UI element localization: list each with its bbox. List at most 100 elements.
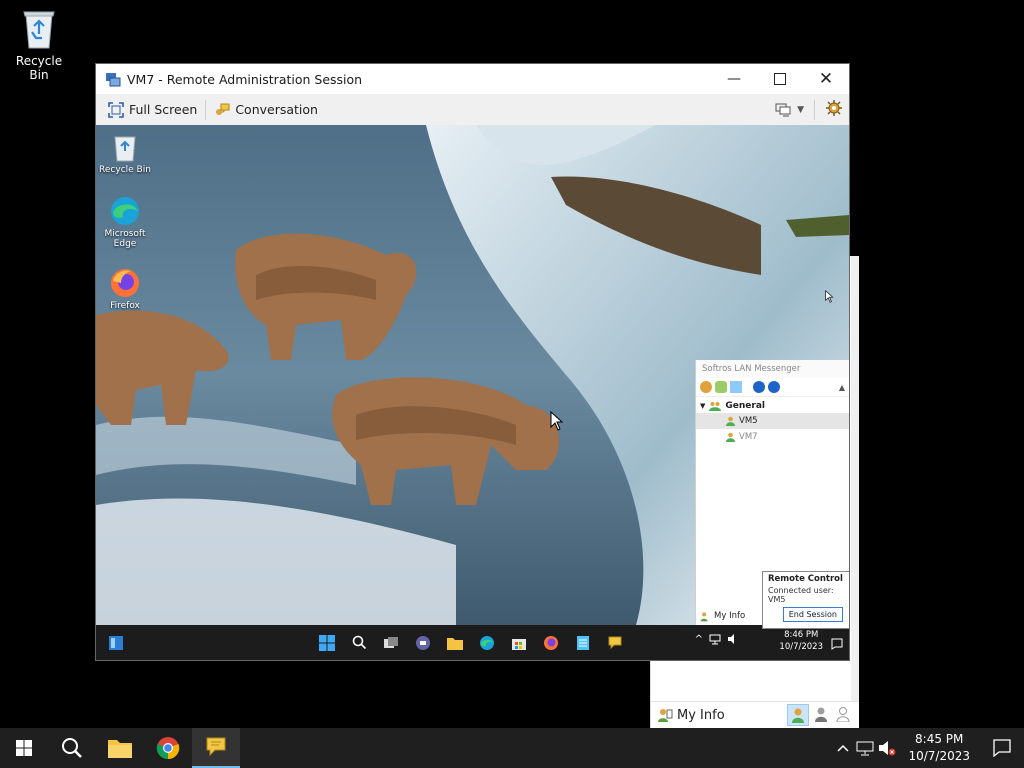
remote-lan-messenger-button[interactable]	[599, 627, 631, 659]
messenger-title: Softros LAN Messenger	[696, 360, 849, 378]
remote-mouse-cursor-icon	[550, 411, 564, 431]
edge-icon	[109, 195, 141, 227]
title-bar[interactable]: VM7 - Remote Administration Session — ✕	[96, 64, 849, 94]
remote-notification-button[interactable]	[831, 635, 843, 654]
popup-status: Connected user: VM5	[768, 586, 834, 604]
lan-messenger-taskbar-button[interactable]	[192, 728, 240, 768]
lan-messenger-icon	[608, 636, 622, 649]
desktop-icon-recycle-bin[interactable]: Recycle Bin	[6, 8, 72, 82]
start-button[interactable]	[0, 728, 48, 768]
status-online-button[interactable]	[787, 704, 809, 726]
group-general[interactable]: ▼ General	[696, 397, 849, 411]
remote-taskbar: ^ 8:46 PM 10/7/2023	[96, 625, 849, 660]
display-select-button[interactable]: ▼	[775, 103, 804, 117]
chevron-down-icon: ▼	[797, 104, 804, 115]
chat-icon[interactable]	[715, 381, 727, 393]
user-online-icon	[792, 708, 804, 723]
my-info-button[interactable]: My Info	[657, 707, 725, 723]
tray-chevron-up-icon[interactable]: ^	[695, 634, 703, 645]
remote-teams-button[interactable]	[407, 627, 439, 659]
remote-store-button[interactable]	[503, 627, 535, 659]
notification-icon	[993, 739, 1011, 757]
firefox-icon	[109, 267, 141, 299]
monitor-icon	[775, 103, 791, 116]
remote-edge-button[interactable]	[471, 627, 503, 659]
remote-search-button[interactable]	[343, 627, 375, 659]
toolbar-divider	[814, 99, 815, 120]
contact-vm5[interactable]: VM5	[696, 413, 849, 429]
remote-notepad-button[interactable]	[567, 627, 599, 659]
remote-firefox-button[interactable]	[535, 627, 567, 659]
notepad-icon	[577, 635, 589, 650]
group-label: General	[725, 401, 765, 411]
help-icon[interactable]	[753, 381, 765, 393]
tray-chevron-up-icon[interactable]	[832, 744, 854, 752]
task-view-icon	[384, 636, 398, 648]
minimize-button[interactable]: —	[711, 64, 757, 94]
maximize-button[interactable]	[757, 64, 803, 94]
conversation-button[interactable]: Conversation	[206, 97, 326, 123]
file-explorer-button[interactable]	[96, 728, 144, 768]
host-date: 10/7/2023	[908, 749, 970, 763]
remote-desktop-icon-firefox[interactable]: Firefox	[96, 267, 154, 311]
edge-icon	[480, 635, 494, 650]
close-button[interactable]: ✕	[803, 64, 849, 94]
fullscreen-icon	[108, 101, 124, 118]
end-session-button[interactable]: End Session	[782, 607, 843, 622]
network-icon[interactable]	[854, 740, 876, 756]
user-card-icon	[658, 709, 673, 722]
remote-firefox-label: Firefox	[110, 301, 140, 311]
search-icon	[352, 635, 366, 650]
remote-start-button[interactable]	[311, 627, 343, 659]
host-taskbar: 8:45 PM 10/7/2023	[0, 728, 1024, 768]
status-away-button[interactable]	[811, 704, 831, 724]
recycle-bin-icon	[109, 131, 141, 163]
contact-vm7[interactable]: VM7	[696, 429, 849, 445]
remote-desktop-icon-edge[interactable]: Microsoft Edge	[96, 195, 154, 249]
chrome-button[interactable]	[144, 728, 192, 768]
remote-my-info-button[interactable]: My Info	[696, 607, 760, 625]
remote-screen[interactable]: Recycle Bin Microsoft Edge Firefox Softr…	[96, 125, 849, 660]
volume-muted-icon[interactable]	[876, 740, 898, 756]
conversation-label: Conversation	[235, 102, 318, 117]
settings-gear-icon	[826, 100, 842, 116]
remote-widgets-button[interactable]	[100, 627, 132, 659]
remote-clock[interactable]: 8:46 PM 10/7/2023	[779, 629, 823, 653]
search-button[interactable]	[48, 728, 96, 768]
messenger-footer: My Info	[651, 701, 859, 728]
scrollbar[interactable]	[851, 256, 859, 728]
remote-task-view-button[interactable]	[375, 627, 407, 659]
firefox-icon	[544, 635, 558, 650]
settings-button[interactable]	[825, 99, 843, 120]
network-icon[interactable]	[709, 633, 721, 645]
chat-icon	[416, 635, 430, 650]
messenger-toolbar: ▲	[696, 378, 849, 397]
remote-explorer-button[interactable]	[439, 627, 471, 659]
user-card-icon	[700, 611, 708, 621]
notification-center-button[interactable]	[980, 739, 1024, 757]
gear-icon[interactable]	[700, 381, 712, 393]
my-info-label: My Info	[714, 611, 746, 621]
windows-logo-icon	[16, 740, 32, 756]
conversation-icon	[216, 103, 230, 115]
user-online-icon	[726, 432, 735, 442]
collapse-icon[interactable]: ▲	[839, 383, 845, 392]
lan-messenger-icon	[206, 737, 226, 757]
store-icon	[512, 638, 526, 650]
history-icon[interactable]	[730, 381, 742, 393]
info-icon[interactable]	[768, 381, 780, 393]
remote-recycle-bin-label: Recycle Bin	[99, 165, 151, 175]
user-offline-icon	[836, 707, 850, 722]
remote-session-window[interactable]: VM7 - Remote Administration Session — ✕ …	[96, 64, 849, 660]
contact-name: VM7	[739, 432, 758, 442]
status-offline-button[interactable]	[833, 704, 853, 724]
volume-icon[interactable]	[727, 633, 739, 645]
chrome-icon	[156, 737, 180, 760]
remote-control-popup: Remote Control Connected user: VM5 End S…	[762, 571, 849, 629]
minimize-icon: —	[727, 71, 741, 87]
contact-name: VM5	[739, 416, 758, 426]
host-clock[interactable]: 8:45 PM 10/7/2023	[898, 731, 980, 765]
remote-mouse-cursor-small-icon	[825, 290, 834, 303]
remote-desktop-icon-recycle-bin[interactable]: Recycle Bin	[96, 131, 154, 175]
full-screen-button[interactable]: Full Screen	[100, 97, 205, 123]
